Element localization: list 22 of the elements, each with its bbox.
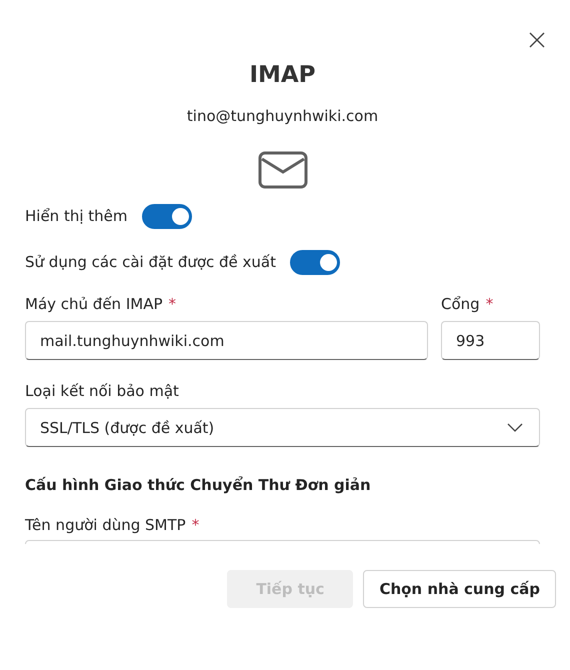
dialog-title: IMAP [248,62,317,88]
toggle-switch[interactable] [142,204,192,228]
chevron-down-icon [507,423,523,432]
field-label: Loại kết nối bảo mật [25,382,179,400]
field-label: Máy chủ đến IMAP [25,295,163,313]
toggle-label: Sử dụng các cài đặt được đề xuất [25,253,276,271]
mail-icon [258,151,308,189]
security-dropdown[interactable]: SSL/TLS (được đề xuất) [25,408,540,447]
toggle-label: Hiển thị thêm [25,207,128,225]
input-field[interactable]: 993 [441,321,540,360]
field-label: Tên người dùng SMTP [25,516,186,534]
required-asterisk: * [168,295,176,313]
required-asterisk: * [486,295,494,313]
required-asterisk: * [192,516,200,534]
close-icon [529,32,545,48]
section-heading: Cấu hình Giao thức Chuyển Thư Đơn giản [25,476,372,496]
input-field[interactable]: mail.tunghuynhwiki.com [25,321,428,360]
toggle-switch[interactable] [290,250,340,274]
choose-provider-button[interactable]: Chọn nhà cung cấp [363,570,556,608]
field-label: Cổng [441,295,480,313]
account-email: tino@tunghuynhwiki.com [186,107,380,125]
close-button[interactable] [529,32,545,48]
